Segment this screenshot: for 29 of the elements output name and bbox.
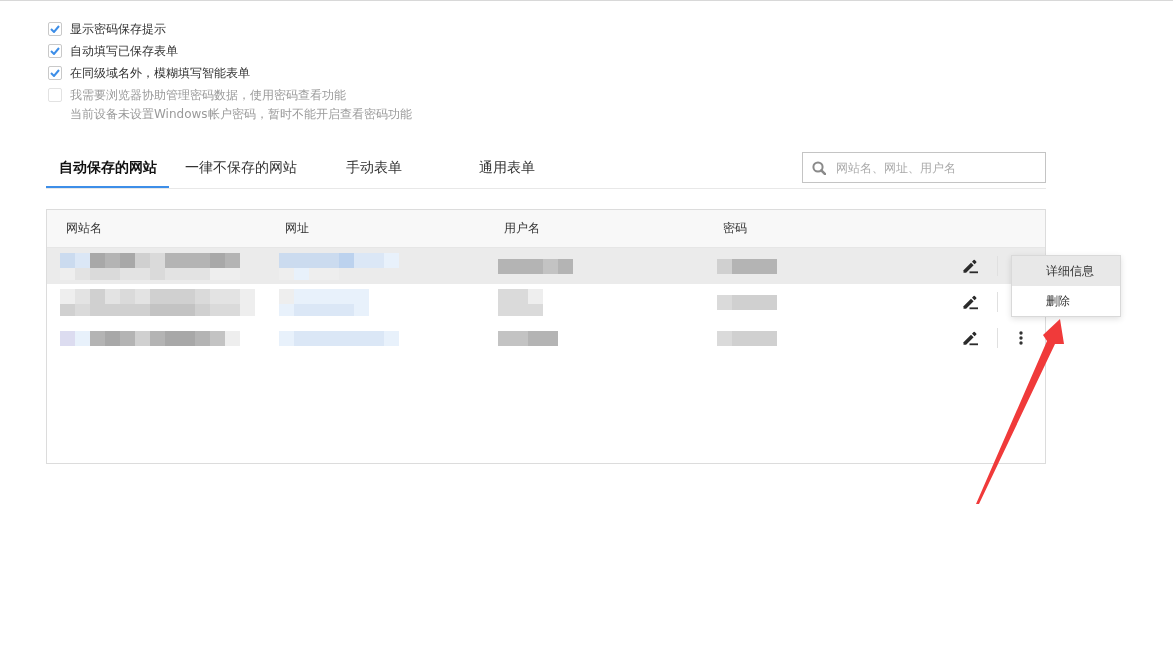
- column-header: 网站名: [66, 220, 102, 237]
- edit-icon[interactable]: [961, 294, 978, 310]
- pixelated-block: [717, 330, 777, 346]
- tab[interactable]: 一律不保存的网站: [179, 150, 302, 188]
- pixelated-block: [717, 258, 777, 274]
- tab[interactable]: 自动保存的网站: [46, 150, 169, 188]
- tab[interactable]: 通用表单: [445, 150, 568, 188]
- pixelated-block: [498, 330, 558, 346]
- checkbox[interactable]: [48, 44, 62, 58]
- column-header: 密码: [723, 220, 747, 237]
- search-icon: [812, 161, 826, 175]
- more-icon[interactable]: [1019, 331, 1023, 345]
- checkbox[interactable]: [48, 66, 62, 80]
- tab[interactable]: 手动表单: [312, 150, 435, 188]
- menu-item[interactable]: 删除: [1012, 286, 1120, 316]
- help-note: 当前设备未设置Windows帐户密码，暂时不能开启查看密码功能: [70, 106, 412, 122]
- checkbox-label: 我需要浏览器协助管理密码数据，使用密码查看功能: [70, 86, 346, 104]
- checkbox-label: 自动填写已保存表单: [70, 42, 178, 60]
- checkbox-label: 显示密码保存提示: [70, 20, 166, 38]
- edit-icon[interactable]: [961, 258, 978, 274]
- column-header: 网址: [285, 220, 309, 237]
- pixelated-block: [717, 294, 777, 310]
- checkbox[interactable]: [48, 22, 62, 36]
- checkbox-label: 在同级域名外，模糊填写智能表单: [70, 64, 250, 82]
- menu-item[interactable]: 详细信息: [1012, 256, 1120, 286]
- column-header: 用户名: [504, 220, 540, 237]
- pixelated-block: [498, 288, 543, 316]
- edit-icon[interactable]: [961, 330, 978, 346]
- search-field[interactable]: 网站名、网址、用户名: [802, 152, 1046, 183]
